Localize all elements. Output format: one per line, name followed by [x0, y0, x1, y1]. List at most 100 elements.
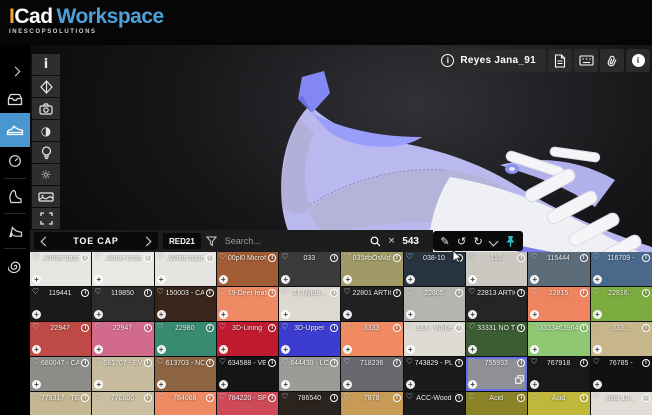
material-info-icon[interactable]: i [143, 359, 152, 367]
material-info-icon[interactable]: i [205, 254, 214, 262]
apply-material-button[interactable]: + [156, 275, 166, 284]
material-info-icon[interactable]: i [268, 289, 277, 297]
favorite-heart-icon[interactable]: ♡ [157, 253, 164, 261]
material-tile[interactable]: ♡22813 ARTICOi + [466, 287, 528, 321]
material-info-icon[interactable]: i [143, 254, 152, 262]
material-info-icon[interactable]: i [205, 289, 214, 297]
apply-material-button[interactable]: + [32, 275, 41, 284]
favorite-heart-icon[interactable]: ♡ [406, 323, 413, 331]
material-tile[interactable]: ♡ 116709 - i + [590, 252, 652, 286]
material-tile[interactable]: ♡ 333... i + [590, 322, 652, 356]
material-info-icon[interactable]: i [81, 254, 90, 262]
material-tile[interactable]: ♡ACC-Woodi+ [403, 392, 466, 415]
favorite-heart-icon[interactable]: ♡ [468, 393, 475, 401]
material-tile[interactable]: ♡784068i+ [154, 392, 216, 415]
camera-button[interactable] [32, 98, 60, 119]
material-tile[interactable]: ♡ 119441 i + [30, 287, 92, 321]
apply-material-button[interactable]: + [530, 275, 540, 284]
material-tile[interactable]: ♡ 22980 i + [154, 322, 216, 356]
prev-part-chevron-icon[interactable] [40, 236, 51, 246]
material-info-icon[interactable]: i [392, 289, 401, 297]
material-tile[interactable]: ♡ 755933 i + [466, 357, 528, 391]
material-tile[interactable]: ♡ 3333 i + [341, 322, 403, 356]
material-tile[interactable]: ♡ 035#bOsMd i + [341, 252, 403, 286]
favorite-heart-icon[interactable]: ♡ [32, 253, 39, 261]
material-tile[interactable]: ♡ _White base i + [30, 252, 92, 286]
material-info-icon[interactable]: i [330, 359, 339, 367]
favorite-heart-icon[interactable]: ♡ [281, 323, 288, 331]
favorite-heart-icon[interactable]: ♡ [530, 358, 537, 366]
apply-material-button[interactable]: + [592, 345, 602, 354]
favorite-heart-icon[interactable]: ♡ [32, 358, 39, 366]
apply-material-button[interactable]: + [94, 380, 104, 389]
material-tile[interactable]: ♡Acidi+ [466, 392, 528, 415]
material-tile[interactable]: ♡150003 - CAM ...i + [154, 287, 216, 321]
favorite-heart-icon[interactable]: ♡ [530, 323, 537, 331]
material-tile[interactable]: ♡681707 - EVE...i + [92, 357, 154, 391]
material-tile[interactable]: ♡ 767918 i + [528, 357, 590, 391]
material-tile[interactable]: ♡ 333 - White i + [403, 322, 466, 356]
material-info-icon[interactable]: i [330, 254, 339, 262]
favorite-heart-icon[interactable]: ♡ [343, 393, 350, 401]
info-tool-button[interactable]: i [32, 54, 60, 75]
material-tile[interactable]: ♡ 22805 i + [403, 287, 466, 321]
material-tile[interactable]: ♡ 22816... i + [590, 287, 652, 321]
material-info-icon[interactable]: i [517, 359, 526, 367]
help-info-button[interactable]: i [626, 49, 650, 72]
material-tile[interactable]: ♡ 119 i + [466, 252, 528, 286]
material-info-icon[interactable]: i [81, 289, 90, 297]
material-tile[interactable]: ♡ 038-10 i + [403, 252, 466, 286]
apply-material-button[interactable]: + [343, 310, 353, 319]
material-tile[interactable]: ♡ 22815 i + [528, 287, 590, 321]
apply-material-button[interactable]: + [592, 275, 602, 284]
filter-funnel-icon[interactable] [205, 236, 217, 247]
apply-material-button[interactable]: + [156, 380, 166, 389]
material-tile[interactable]: ♡alga 10...i+ [590, 392, 652, 415]
material-info-icon[interactable]: i [330, 324, 339, 332]
user-info-button[interactable]: i Reyes Jana_91 [431, 49, 546, 72]
favorite-heart-icon[interactable]: ♡ [468, 288, 475, 296]
apply-material-button[interactable]: + [343, 275, 353, 284]
material-tile[interactable]: ♡ 22947 i + [92, 322, 154, 356]
favorite-heart-icon[interactable]: ♡ [593, 288, 600, 296]
material-tile[interactable]: ♡680047 - CAP...i + [30, 357, 92, 391]
favorite-heart-icon[interactable]: ♡ [219, 393, 226, 401]
apply-material-button[interactable]: + [32, 380, 41, 389]
favorite-heart-icon[interactable]: ♡ [593, 358, 600, 366]
favorite-heart-icon[interactable]: ♡ [157, 323, 164, 331]
apply-material-button[interactable]: + [405, 275, 415, 284]
material-info-icon[interactable]: i [392, 394, 401, 402]
redo-icon[interactable]: ↻ [474, 236, 483, 247]
sidebar-item-gauge[interactable] [0, 147, 30, 175]
favorite-heart-icon[interactable]: ♡ [32, 288, 39, 296]
apply-material-button[interactable]: + [218, 310, 228, 319]
favorite-heart-icon[interactable]: ♡ [530, 288, 537, 296]
favorite-heart-icon[interactable]: ♡ [593, 323, 600, 331]
material-info-icon[interactable]: i [330, 289, 339, 297]
favorite-heart-icon[interactable]: ♡ [219, 288, 226, 296]
material-info-icon[interactable]: i [455, 289, 464, 297]
material-info-icon[interactable]: i [517, 254, 526, 262]
material-info-icon[interactable]: i [268, 324, 277, 332]
lamp-button[interactable] [32, 142, 60, 163]
material-info-icon[interactable]: i [205, 324, 214, 332]
material-info-icon[interactable]: i [330, 394, 339, 402]
material-info-icon[interactable]: i [641, 324, 650, 332]
material-tile[interactable]: ♡ 119850 i + [92, 287, 154, 321]
apply-material-button[interactable]: + [281, 275, 291, 284]
favorite-heart-icon[interactable]: ♡ [94, 323, 101, 331]
favorite-heart-icon[interactable]: ♡ [530, 393, 537, 401]
apply-material-button[interactable]: + [281, 380, 291, 389]
material-tile[interactable]: ♡ 76785 - i + [590, 357, 652, 391]
sidebar-item-high-heel[interactable] [0, 217, 30, 245]
search-icon[interactable] [370, 236, 381, 247]
apply-material-button[interactable]: + [468, 345, 478, 354]
material-tile[interactable]: ♡786540i+ [279, 392, 341, 415]
favorite-heart-icon[interactable]: ♡ [219, 323, 226, 331]
material-tile[interactable]: ♡613703 - NOB...i + [154, 357, 216, 391]
material-tile[interactable]: ♡778317 - TELA ...i+ [30, 392, 92, 415]
favorite-heart-icon[interactable]: ♡ [32, 393, 39, 401]
edit-pencil-icon[interactable]: ✎ [440, 236, 449, 247]
apply-material-button[interactable]: + [405, 310, 415, 319]
material-info-icon[interactable]: i [455, 394, 464, 402]
